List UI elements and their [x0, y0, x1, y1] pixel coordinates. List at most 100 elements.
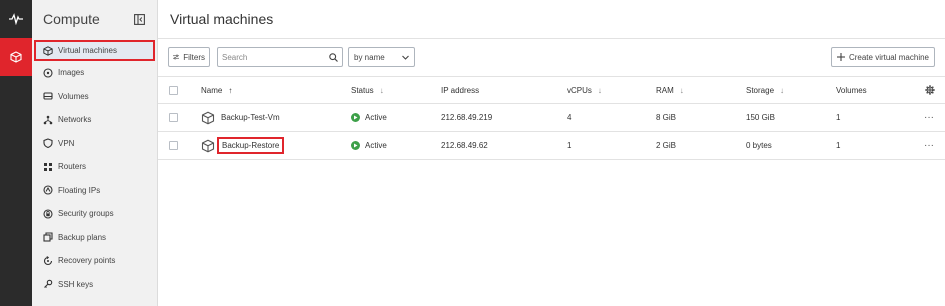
search-icon[interactable]: [329, 52, 338, 62]
filters-label: Filters: [183, 52, 205, 62]
create-vm-label: Create virtual machine: [848, 52, 929, 62]
main-content: Virtual machines Filters by name Create …: [158, 0, 945, 306]
app: Compute Virtual machines Images Volumes …: [0, 0, 945, 306]
gear-icon: [925, 85, 935, 95]
shield-icon: [42, 137, 54, 149]
col-vcpus[interactable]: vCPUs ↓: [567, 77, 602, 103]
page-title: Virtual machines: [170, 11, 274, 27]
sort-asc-icon: ↑: [228, 85, 233, 95]
sidebar-item-routers[interactable]: Routers: [32, 155, 157, 179]
vm-ram: 2 GiB: [656, 141, 677, 150]
vm-table: Name ↑ Status ↓ IP address vCPUs ↓ RAM ↓ Sto…: [158, 76, 945, 160]
col-ram[interactable]: RAM ↓: [656, 77, 684, 103]
toolbar: Filters by name: [168, 47, 415, 67]
sidebar-item-label: Floating IPs: [58, 185, 101, 195]
col-storage[interactable]: Storage ↓: [746, 77, 784, 103]
recovery-icon: [42, 255, 54, 267]
col-vcpus-label: vCPUs: [567, 85, 592, 95]
row-checkbox-cell: [169, 132, 178, 159]
row-more-actions-icon[interactable]: ···: [924, 104, 934, 131]
cube-icon: [42, 45, 54, 57]
chevron-down-icon: [402, 55, 409, 60]
sidebar-item-label: Images: [58, 68, 85, 78]
vm-status: Active: [365, 141, 387, 150]
col-ip-label: IP address: [441, 85, 480, 95]
active-status-icon: [351, 113, 360, 122]
sidebar-item-images[interactable]: Images: [32, 61, 157, 85]
sort-icon: ↓: [780, 85, 785, 95]
vm-ip: 212.68.49.219: [441, 113, 493, 122]
sidebar-item-vpn[interactable]: VPN: [32, 132, 157, 156]
sidebar-item-label: VPN: [58, 138, 75, 148]
sidebar-item-label: Routers: [58, 162, 87, 172]
col-name[interactable]: Name ↑: [201, 77, 232, 103]
sidebar-item-recovery-points[interactable]: Recovery points: [32, 249, 157, 273]
key-icon: [42, 278, 54, 290]
vm-vcpus: 1: [567, 141, 572, 150]
table-header: Name ↑ Status ↓ IP address vCPUs ↓ RAM ↓ Sto…: [158, 76, 945, 104]
vm-ip: 212.68.49.62: [441, 141, 488, 150]
select-all-checkbox[interactable]: [169, 85, 178, 95]
vm-vcpus: 4: [567, 113, 572, 122]
sort-icon: ↓: [379, 85, 384, 95]
col-volumes: Volumes: [836, 77, 867, 103]
col-ram-label: RAM: [656, 85, 674, 95]
sort-icon: ↓: [679, 85, 684, 95]
active-status-icon: [351, 141, 360, 150]
sidebar-item-label: SSH keys: [58, 279, 94, 289]
cube-icon: [10, 51, 22, 63]
sidebar-item-networks[interactable]: Networks: [32, 108, 157, 132]
hdd-icon: [42, 90, 54, 102]
sidebar-item-floating-ips[interactable]: Floating IPs: [32, 179, 157, 203]
sort-select[interactable]: by name: [348, 47, 415, 67]
sort-select-value: by name: [354, 52, 385, 62]
network-icon: [42, 114, 54, 126]
security-group-icon: [42, 208, 54, 220]
filters-button[interactable]: Filters: [168, 47, 210, 67]
search-input[interactable]: [222, 52, 322, 62]
collapse-sidebar-icon[interactable]: [134, 13, 145, 25]
filter-sliders-icon: [173, 54, 180, 60]
vm-name-cell: Backup-Restore: [201, 132, 285, 159]
sidebar-nav: Virtual machines Images Volumes Networks…: [32, 40, 157, 296]
row-checkbox[interactable]: [169, 141, 178, 150]
row-checkbox-cell: [169, 104, 178, 131]
sidebar-item-label: Backup plans: [58, 232, 107, 242]
backup-plan-icon: [42, 231, 54, 243]
floating-ip-icon: [42, 184, 54, 196]
select-all-checkbox-cell: [169, 77, 178, 103]
row-checkbox[interactable]: [169, 113, 178, 122]
sidebar-item-ssh-keys[interactable]: SSH keys: [32, 273, 157, 297]
table-row[interactable]: Backup-Restore Active 212.68.49.62 1 2 G…: [158, 132, 945, 160]
sidebar-item-label: Security groups: [58, 209, 114, 219]
cube-icon: [201, 111, 215, 124]
sidebar-item-virtual-machines[interactable]: Virtual machines: [34, 40, 155, 61]
sidebar-header: Compute: [32, 0, 157, 38]
rail-monitoring[interactable]: [0, 0, 32, 38]
vm-status: Active: [365, 113, 387, 122]
sidebar: Compute Virtual machines Images Volumes …: [32, 0, 158, 306]
col-status-label: Status: [351, 85, 374, 95]
sidebar-item-backup-plans[interactable]: Backup plans: [32, 226, 157, 250]
sidebar-item-volumes[interactable]: Volumes: [32, 85, 157, 109]
sidebar-item-label: Volumes: [58, 91, 89, 101]
create-vm-button[interactable]: Create virtual machine: [830, 47, 935, 67]
search-box: [217, 47, 343, 67]
rail-compute[interactable]: [0, 38, 32, 76]
col-volumes-label: Volumes: [836, 85, 867, 95]
table-settings[interactable]: [925, 77, 935, 103]
col-status[interactable]: Status ↓: [351, 77, 384, 103]
pulse-icon: [9, 13, 23, 25]
vm-status-cell: Active: [351, 104, 387, 131]
vm-name-link[interactable]: Backup-Test-Vm: [221, 113, 280, 122]
vm-storage: 0 bytes: [746, 141, 772, 150]
disc-icon: [42, 67, 54, 79]
col-ip: IP address: [441, 77, 479, 103]
sidebar-item-label: Recovery points: [58, 256, 116, 266]
row-more-actions-icon[interactable]: ···: [924, 132, 934, 159]
sidebar-item-security-groups[interactable]: Security groups: [32, 202, 157, 226]
vm-volumes: 1: [836, 113, 841, 122]
vm-name-link[interactable]: Backup-Restore: [216, 137, 285, 154]
vm-status-cell: Active: [351, 132, 387, 159]
table-row[interactable]: Backup-Test-Vm Active 212.68.49.219 4 8 …: [158, 104, 945, 132]
